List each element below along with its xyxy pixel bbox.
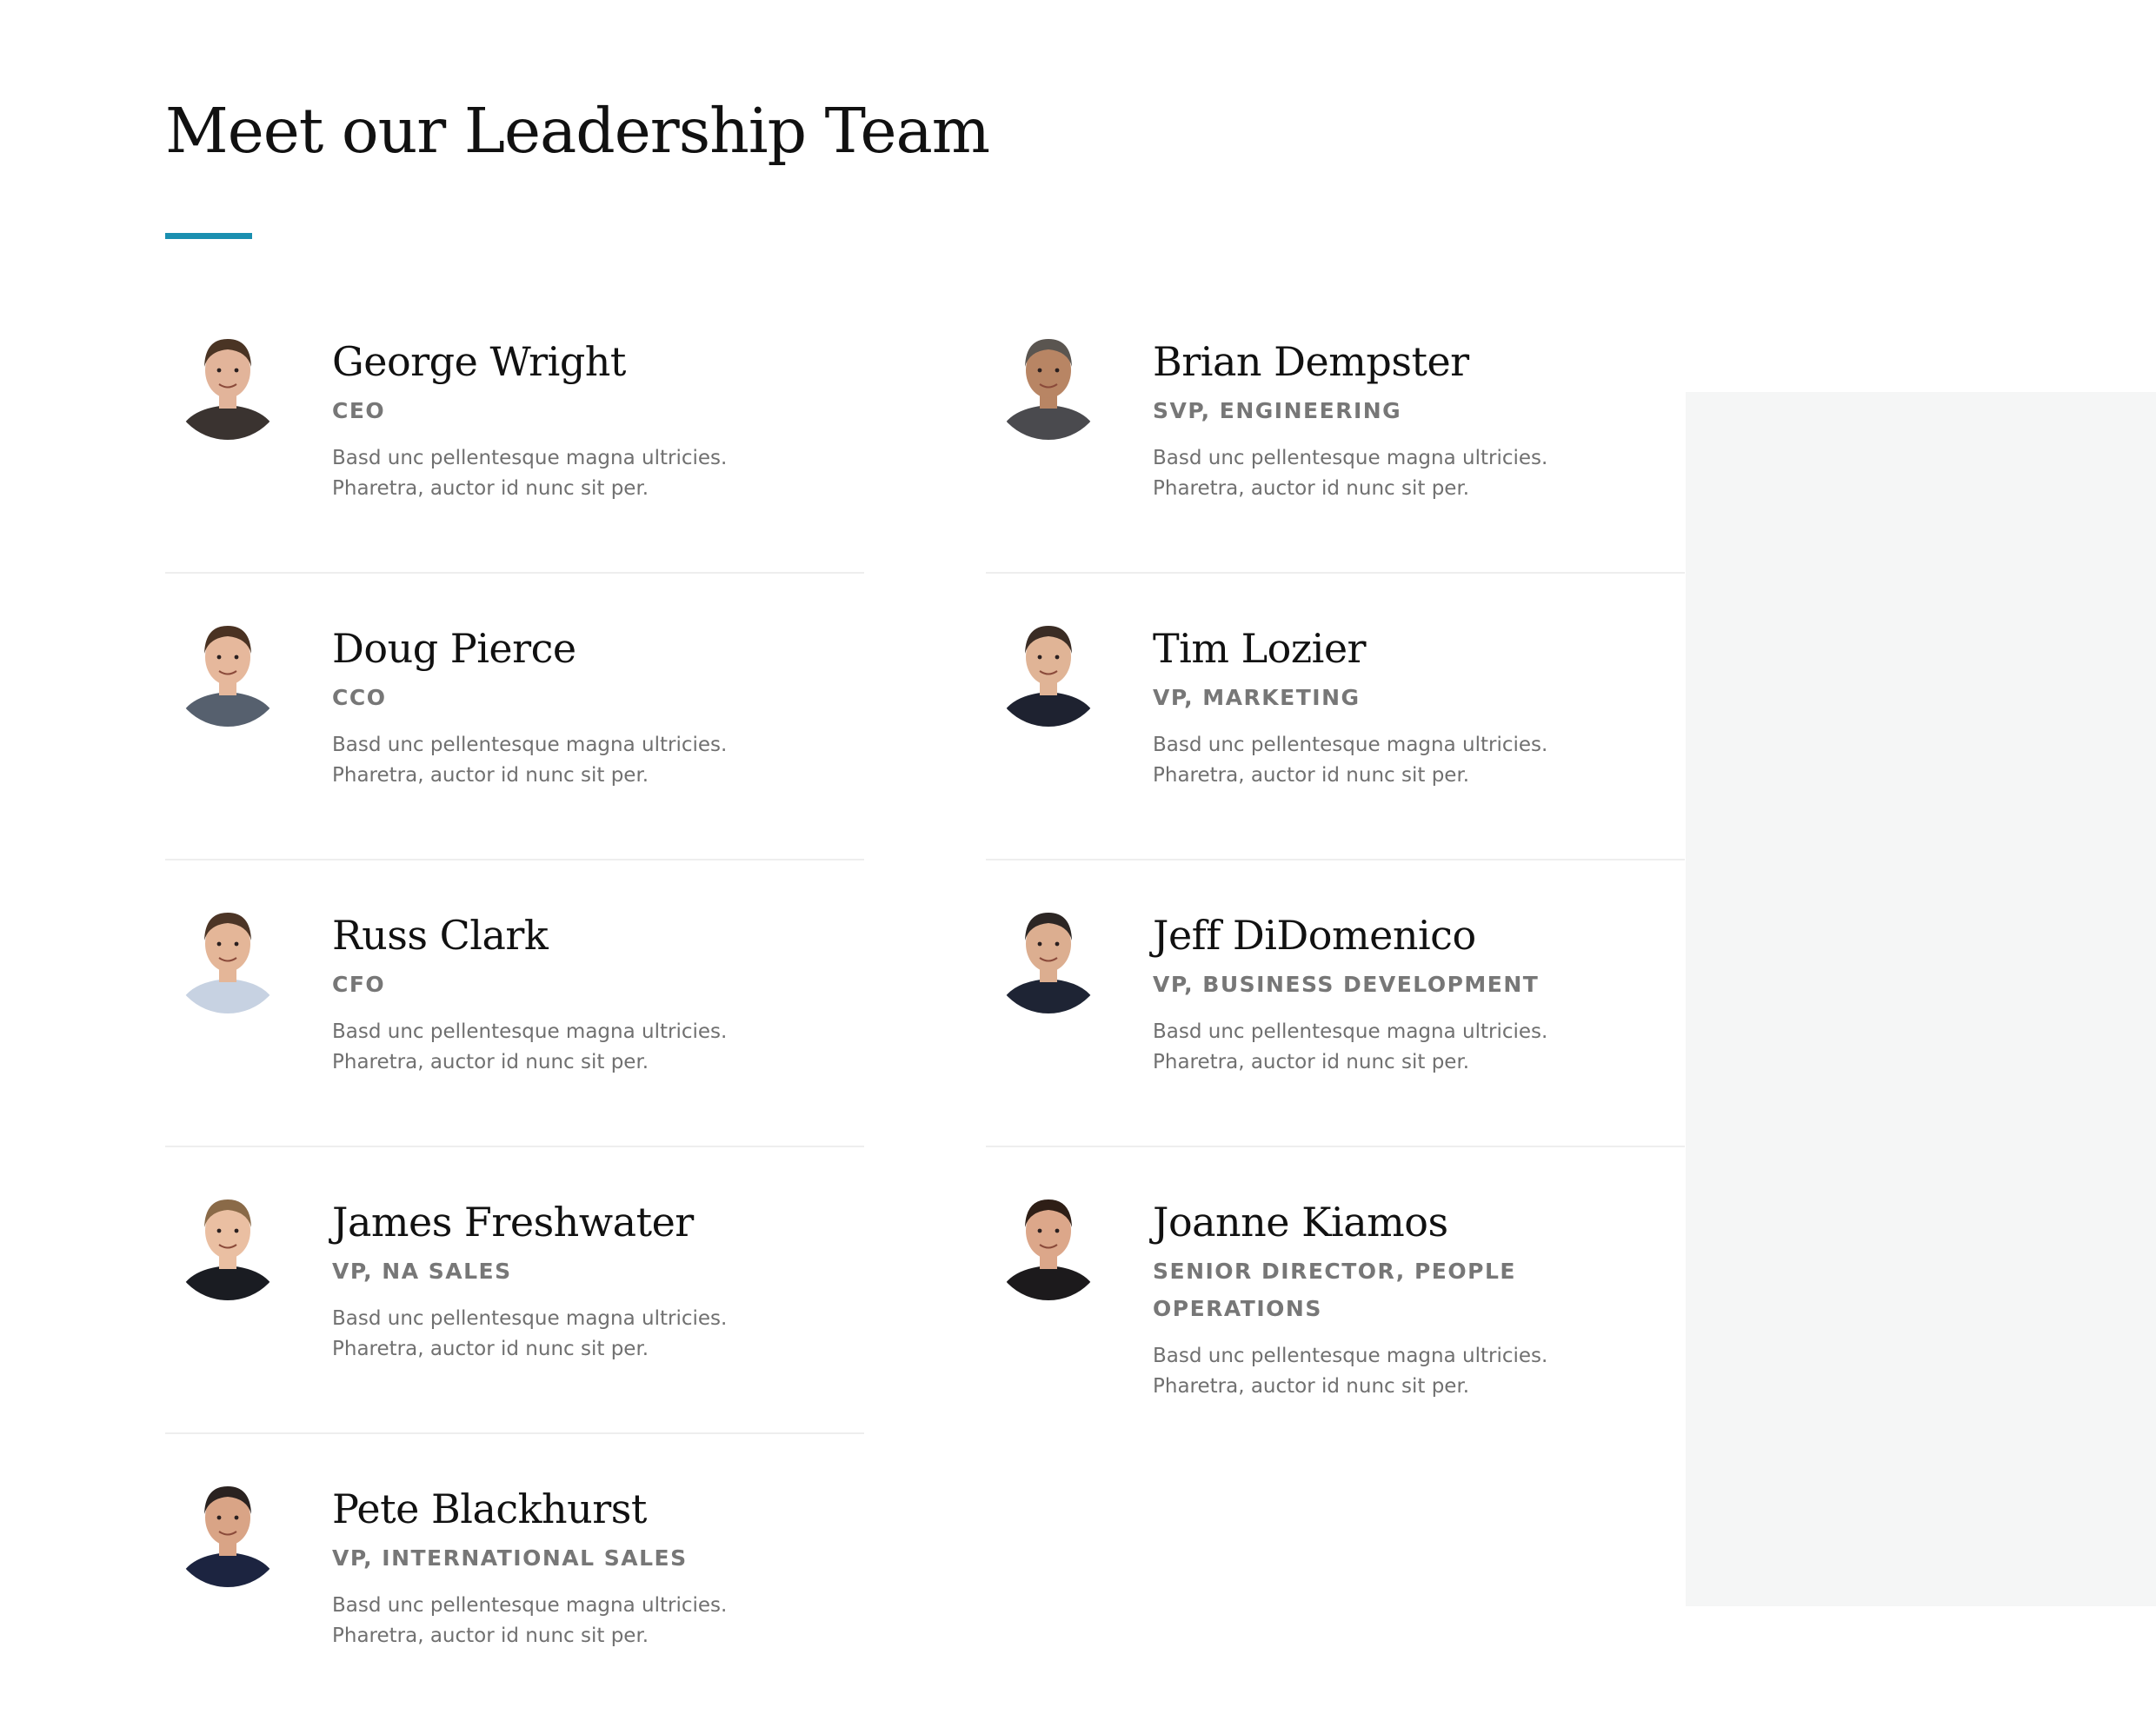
title-accent-underline (165, 233, 252, 239)
avatar (170, 1186, 285, 1300)
team-member-card: Jeff DiDomenico VP, Business Development… (986, 860, 1685, 1147)
member-name: George Wright (332, 338, 626, 385)
person-portrait-icon (991, 1186, 1106, 1300)
team-member-card: Tim Lozier VP, Marketing Basd unc pellen… (986, 574, 1685, 860)
member-name: Pete Blackhurst (332, 1485, 647, 1532)
member-bio: Basd unc pellentesque magna ultricies. P… (332, 1306, 728, 1360)
member-role: VP, Marketing (1153, 684, 1361, 710)
member-name: James Freshwater (332, 1199, 694, 1246)
member-name: Brian Dempster (1153, 338, 1469, 385)
member-name: Tim Lozier (1153, 625, 1367, 672)
member-bio: Basd unc pellentesque magna ultricies. P… (332, 446, 728, 500)
avatar (170, 325, 285, 440)
person-portrait-icon (991, 612, 1106, 727)
person-portrait-icon (170, 899, 285, 1013)
avatar (170, 1472, 285, 1587)
member-role: CFO (332, 971, 386, 997)
person-portrait-icon (991, 899, 1106, 1013)
member-bio: Basd unc pellentesque magna ultricies. P… (332, 733, 728, 787)
member-bio: Basd unc pellentesque magna ultricies. P… (1153, 446, 1548, 500)
member-bio: Basd unc pellentesque magna ultricies. P… (1153, 1020, 1548, 1073)
member-bio: Basd unc pellentesque magna ultricies. P… (1153, 733, 1548, 787)
member-role: CCO (332, 684, 387, 710)
member-bio: Basd unc pellentesque magna ultricies. P… (332, 1020, 728, 1073)
person-portrait-icon (991, 325, 1106, 440)
team-member-card: Russ Clark CFO Basd unc pellentesque mag… (165, 860, 864, 1147)
avatar (991, 612, 1106, 727)
member-name: Jeff DiDomenico (1153, 912, 1476, 959)
person-portrait-icon (170, 1186, 285, 1300)
team-member-card: Doug Pierce CCO Basd unc pellentesque ma… (165, 574, 864, 860)
avatar (991, 899, 1106, 1013)
team-member-card: Pete Blackhurst VP, International Sales … (165, 1434, 864, 1721)
avatar (170, 899, 285, 1013)
team-member-card: Joanne Kiamos Senior Director, People Op… (986, 1147, 1685, 1434)
avatar (991, 1186, 1106, 1300)
team-member-card: George Wright CEO Basd unc pellentesque … (165, 287, 864, 574)
member-role: VP, International Sales (332, 1545, 688, 1571)
member-role: SVP, Engineering (1153, 397, 1402, 423)
member-name: Doug Pierce (332, 625, 576, 672)
member-name: Russ Clark (332, 912, 549, 959)
person-portrait-icon (170, 1472, 285, 1587)
team-member-card: Brian Dempster SVP, Engineering Basd unc… (986, 287, 1685, 574)
member-bio: Basd unc pellentesque magna ultricies. P… (1153, 1344, 1548, 1398)
member-name: Joanne Kiamos (1153, 1199, 1448, 1246)
person-portrait-icon (170, 325, 285, 440)
member-bio: Basd unc pellentesque magna ultricies. P… (332, 1593, 728, 1647)
member-role: Senior Director, People Operations (1153, 1258, 1516, 1321)
member-role: CEO (332, 397, 386, 423)
avatar (991, 325, 1106, 440)
team-member-card: James Freshwater VP, NA Sales Basd unc p… (165, 1147, 864, 1434)
person-portrait-icon (170, 612, 285, 727)
avatar (170, 612, 285, 727)
page-title: Meet our Leadership Team (165, 95, 990, 167)
member-role: VP, Business Development (1153, 971, 1540, 997)
side-panel-background (1686, 392, 2156, 1606)
member-role: VP, NA Sales (332, 1258, 512, 1284)
